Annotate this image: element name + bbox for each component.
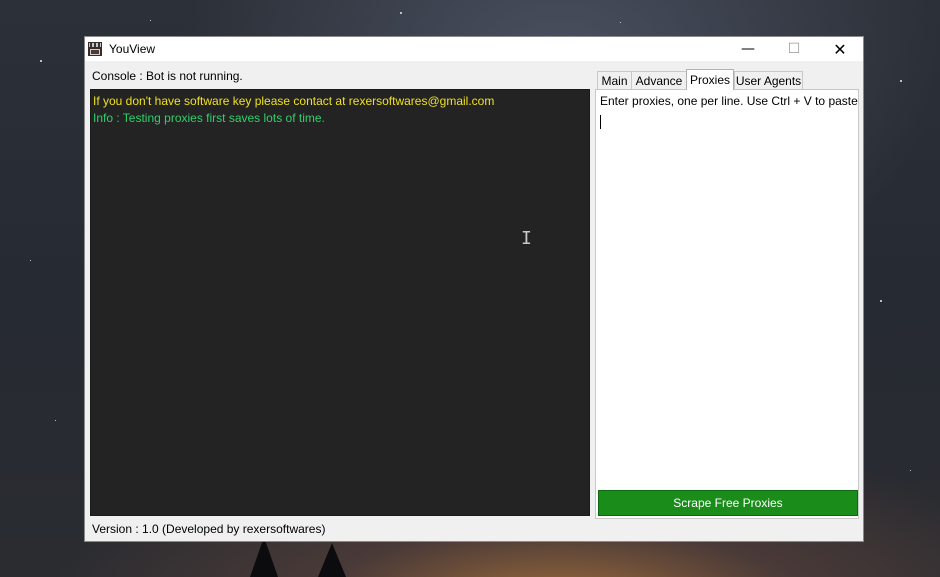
proxies-hint: Enter proxies, one per line. Use Ctrl + … — [600, 94, 858, 108]
tab-advance[interactable]: Advance — [631, 71, 687, 89]
star — [400, 12, 402, 14]
tree-silhouette — [250, 537, 278, 577]
close-button[interactable]: ✕ — [817, 37, 863, 61]
maximize-button[interactable]: ☐ — [771, 37, 817, 61]
tab-main[interactable]: Main — [597, 71, 632, 89]
star — [150, 20, 151, 21]
app-window: YouView — ☐ ✕ Console : Bot is not runni… — [84, 36, 864, 542]
star — [40, 60, 42, 62]
scrape-free-proxies-button[interactable]: Scrape Free Proxies — [598, 490, 858, 516]
console-status-label: Console : Bot is not running. — [92, 69, 243, 83]
film-clapper-icon — [88, 42, 102, 56]
star — [55, 420, 56, 421]
console-line: Info : Testing proxies first saves lots … — [93, 111, 325, 125]
version-label: Version : 1.0 (Developed by rexersoftwar… — [92, 522, 326, 536]
proxies-panel: Enter proxies, one per line. Use Ctrl + … — [595, 89, 859, 519]
title-bar[interactable]: YouView — ☐ ✕ — [85, 37, 863, 61]
tab-proxies[interactable]: Proxies — [686, 69, 734, 90]
star — [900, 80, 902, 82]
minimize-button[interactable]: — — [725, 37, 771, 61]
console-line: If you don't have software key please co… — [93, 94, 495, 108]
text-cursor-icon: I — [521, 228, 532, 249]
console-output[interactable]: If you don't have software key please co… — [90, 89, 590, 516]
proxies-textarea[interactable] — [598, 111, 856, 483]
tree-silhouette — [318, 543, 346, 577]
star — [880, 300, 882, 302]
star — [30, 260, 31, 261]
window-title: YouView — [109, 42, 156, 56]
tab-user-agents[interactable]: User Agents — [734, 71, 803, 89]
text-caret — [600, 115, 601, 129]
star — [910, 470, 911, 471]
star — [620, 22, 621, 23]
